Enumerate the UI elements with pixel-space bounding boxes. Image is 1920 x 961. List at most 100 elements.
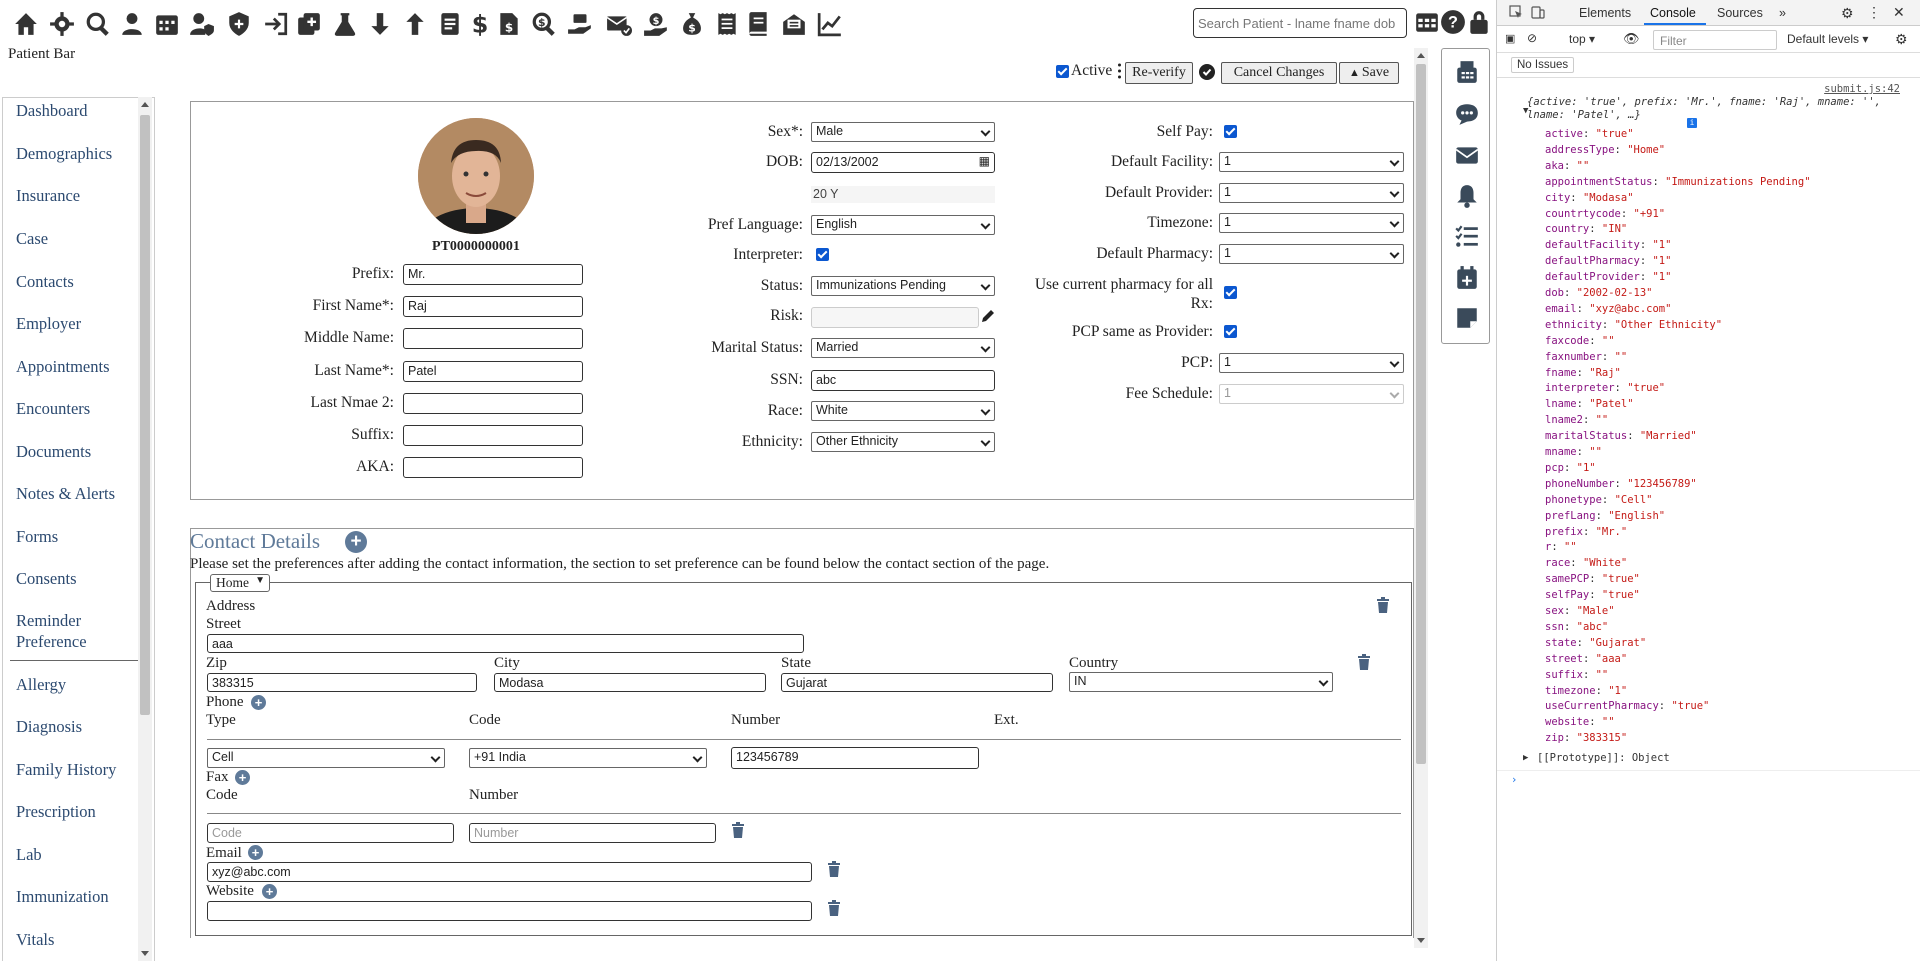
device-toolbar-icon[interactable] xyxy=(1531,5,1545,19)
calendar-icon[interactable]: ▦ xyxy=(979,154,990,168)
aka-input[interactable] xyxy=(403,457,583,478)
sign-in-icon[interactable] xyxy=(262,10,290,38)
active-checkbox[interactable] xyxy=(1056,65,1069,78)
kebab-menu-icon[interactable]: ⋮ xyxy=(1867,4,1881,21)
email-input[interactable]: xyz@abc.com xyxy=(207,862,812,882)
sidebar-item-documents[interactable]: Documents xyxy=(16,441,136,462)
sidebar-item-family-history[interactable]: Family History xyxy=(16,759,136,780)
mail-open-icon[interactable] xyxy=(780,10,808,38)
dob-input[interactable]: 02/13/2002 ▦ xyxy=(811,152,995,173)
sidebar-item-prescription[interactable]: Prescription xyxy=(16,801,136,822)
city-input[interactable]: Modasa xyxy=(494,673,766,692)
tab-console[interactable]: Console xyxy=(1650,6,1696,20)
hand-dollar-icon[interactable]: $ xyxy=(642,10,670,38)
arrow-up-icon[interactable] xyxy=(401,10,429,38)
sidebar-item-encounters[interactable]: Encounters xyxy=(16,398,136,419)
pref-language-select[interactable]: English xyxy=(811,215,995,235)
sidebar-item-demographics[interactable]: Demographics xyxy=(16,143,136,164)
phone-number-input[interactable]: 123456789 xyxy=(731,747,979,769)
fax-number-input[interactable]: Number xyxy=(469,823,716,843)
lock-icon[interactable] xyxy=(1466,9,1492,35)
console-filter-input[interactable]: Filter xyxy=(1653,30,1777,50)
pcp-select[interactable]: 1 xyxy=(1219,353,1404,373)
checklist-icon[interactable] xyxy=(1454,224,1480,250)
clear-console-icon[interactable]: ⊘ xyxy=(1527,31,1537,45)
sidebar-item-diagnosis[interactable]: Diagnosis xyxy=(16,716,136,737)
delete-website-icon[interactable] xyxy=(827,900,843,918)
search-patient-input[interactable]: Search Patient - lname fname dob xyxy=(1193,8,1407,38)
suffix-input[interactable] xyxy=(403,425,583,446)
delete-fax-icon[interactable] xyxy=(731,822,747,840)
shield-icon[interactable] xyxy=(225,10,253,38)
eye-icon[interactable]: 👁 xyxy=(1623,31,1640,47)
add-phone-icon[interactable]: + xyxy=(251,695,266,710)
sidebar-toggle-icon[interactable]: ▣ xyxy=(1505,32,1515,45)
self-pay-checkbox[interactable] xyxy=(1224,125,1237,138)
first-name-input[interactable]: Raj xyxy=(403,296,583,317)
help-icon[interactable]: ? xyxy=(1440,9,1466,35)
mail-check-icon[interactable] xyxy=(605,10,633,38)
save-button[interactable]: ▲ Save xyxy=(1339,62,1399,84)
console-settings-icon[interactable]: ⚙ xyxy=(1895,31,1908,48)
envelope-icon[interactable] xyxy=(1454,142,1480,168)
search-dollar-icon[interactable]: $ xyxy=(530,10,558,38)
sidebar-item-vitals[interactable]: Vitals xyxy=(16,929,136,950)
log-levels-select[interactable]: Default levels ▾ xyxy=(1787,32,1868,46)
bell-icon[interactable] xyxy=(1454,183,1480,209)
last-name2-input[interactable] xyxy=(403,393,583,414)
ssn-input[interactable]: abc xyxy=(811,370,995,391)
document-icon[interactable] xyxy=(436,10,464,38)
sidebar-item-employer[interactable]: Employer xyxy=(16,313,136,334)
flask-icon[interactable] xyxy=(331,10,359,38)
dollar-icon[interactable]: $ xyxy=(466,10,494,38)
add-email-icon[interactable]: + xyxy=(248,845,263,860)
timezone-select[interactable]: 1 xyxy=(1219,213,1404,233)
race-select[interactable]: White xyxy=(811,401,995,421)
home-icon[interactable] xyxy=(12,10,40,38)
add-website-icon[interactable]: + xyxy=(262,884,277,899)
sticky-note-icon[interactable] xyxy=(1454,305,1480,331)
marital-status-select[interactable]: Married xyxy=(811,338,995,358)
prototype-row[interactable]: [[Prototype]]: Object xyxy=(1537,752,1670,764)
hand-holding-icon[interactable] xyxy=(566,10,594,38)
tab-elements[interactable]: Elements xyxy=(1579,6,1631,20)
user-shield-icon[interactable] xyxy=(188,10,216,38)
context-select[interactable]: top ▾ xyxy=(1569,32,1595,46)
phone-type-select[interactable]: Cell xyxy=(207,748,445,768)
sidebar-item-dashboard[interactable]: Dashboard xyxy=(16,100,136,121)
sidebar-item-contacts[interactable]: Contacts xyxy=(16,271,136,292)
default-provider-select[interactable]: 1 xyxy=(1219,183,1404,203)
sidebar-item-immunization[interactable]: Immunization xyxy=(16,886,136,907)
fax-machine-icon[interactable] xyxy=(1454,59,1480,85)
money-bag-icon[interactable]: $ xyxy=(678,10,706,38)
object-summary[interactable]: {active: 'true', prefix: 'Mr.', fname: '… xyxy=(1527,96,1907,122)
phone-code-select[interactable]: +91 India xyxy=(469,748,707,768)
arrow-down-icon[interactable] xyxy=(366,10,394,38)
ethnicity-select[interactable]: Other Ethnicity xyxy=(811,432,995,452)
collapse-caret-icon[interactable]: ▶ xyxy=(1523,753,1528,763)
add-document-icon[interactable] xyxy=(295,10,323,38)
reverify-button[interactable]: Re-verify xyxy=(1125,62,1193,84)
delete-address-icon[interactable] xyxy=(1376,597,1392,615)
pcp-same-checkbox[interactable] xyxy=(1224,325,1237,338)
chat-icon[interactable] xyxy=(1454,101,1480,127)
sidebar-item-lab[interactable]: Lab xyxy=(16,844,136,865)
source-link[interactable]: submit.js:42 xyxy=(1824,83,1900,95)
settings-gear-icon[interactable]: ⚙ xyxy=(1841,5,1854,22)
default-facility-select[interactable]: 1 xyxy=(1219,152,1404,172)
more-tabs-icon[interactable]: » xyxy=(1779,6,1786,20)
add-contact-icon[interactable]: + xyxy=(345,531,367,553)
sex-select[interactable]: Male xyxy=(811,122,995,142)
console-prompt-icon[interactable]: › xyxy=(1511,774,1517,786)
street-input[interactable]: aaa xyxy=(207,634,804,653)
interpreter-checkbox[interactable] xyxy=(816,248,829,261)
website-input[interactable] xyxy=(207,901,812,921)
chart-line-icon[interactable] xyxy=(816,10,844,38)
address-type-select[interactable]: Home ▼ xyxy=(210,574,270,592)
prefix-input[interactable]: Mr. xyxy=(403,264,583,285)
delete-location-icon[interactable] xyxy=(1357,654,1373,672)
user-icon[interactable] xyxy=(118,10,146,38)
calendar-table-icon[interactable] xyxy=(1414,9,1440,35)
delete-email-icon[interactable] xyxy=(827,861,843,879)
sidebar-item-case[interactable]: Case xyxy=(16,228,136,249)
